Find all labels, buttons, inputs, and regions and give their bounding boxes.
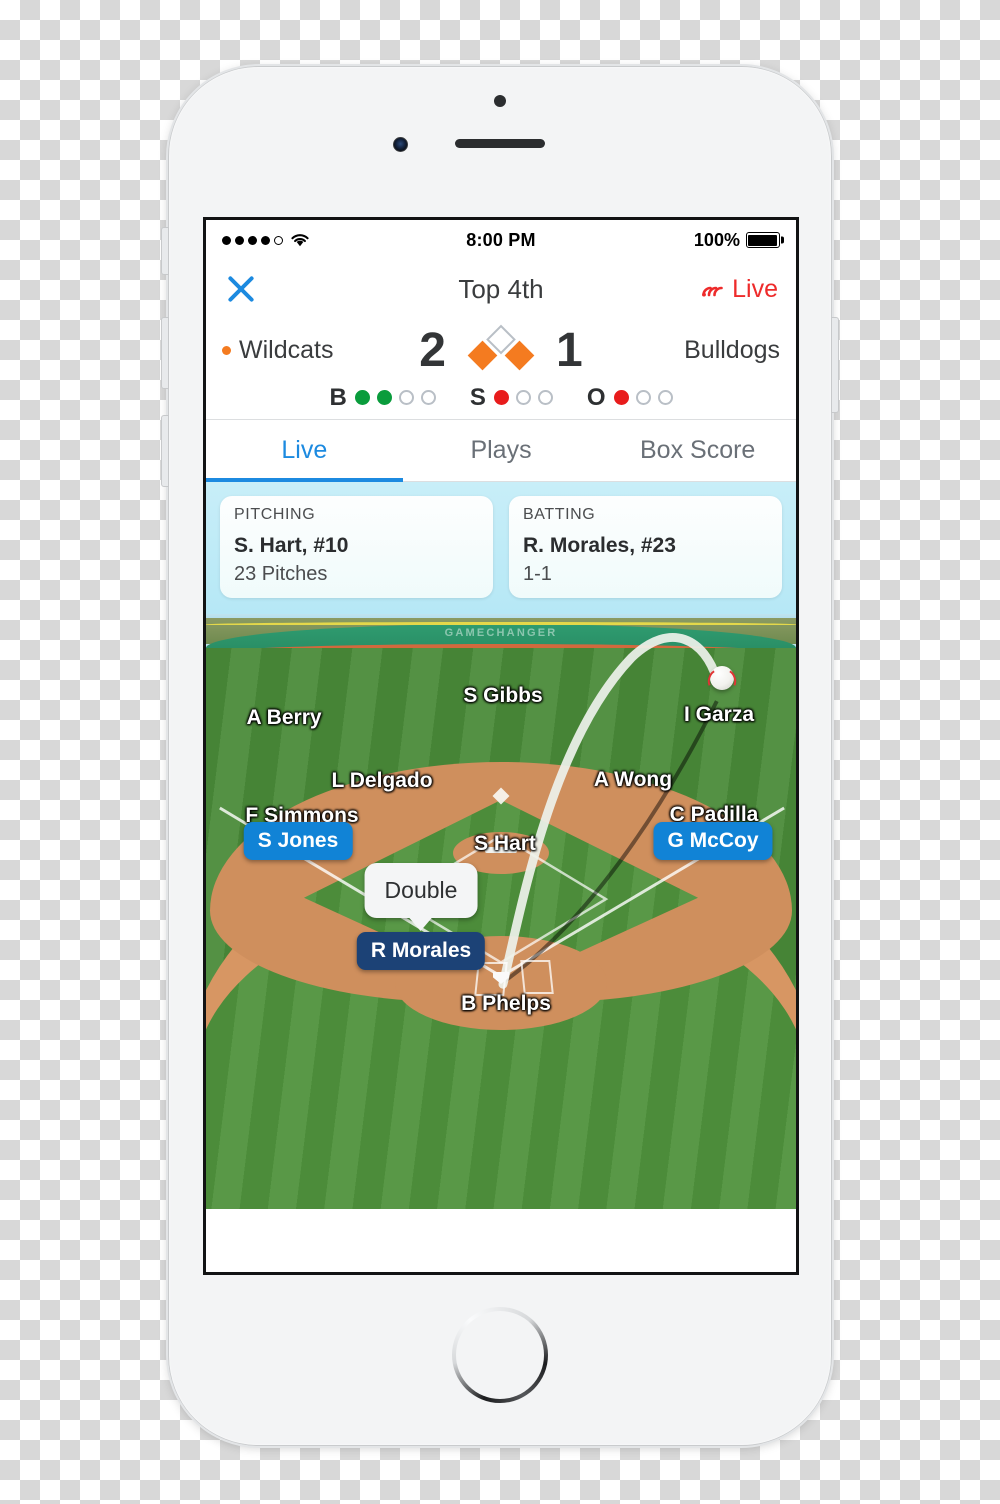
tab-box-score[interactable]: Box Score (599, 420, 796, 481)
proximity-sensor-icon (494, 95, 506, 107)
pitcher-name: S. Hart, #10 (234, 534, 349, 557)
away-team: Wildcats (222, 336, 395, 365)
outs-label: O (586, 383, 606, 411)
scoreboard: Wildcats 2 1 Bulldogs (206, 318, 796, 380)
silent-switch[interactable] (161, 227, 169, 275)
phone-device: 8:00 PM 100% Top 4th Live Wildcats 2 1 B… (161, 64, 839, 1448)
live-status-badge: Live (700, 275, 778, 304)
balls-label: B (329, 383, 347, 411)
strikes-label: S (469, 383, 486, 411)
home-team-score: 1 (556, 323, 583, 377)
field-diagram[interactable]: GAMECHANGER A Berry S Gibbs I Garza L De… (206, 614, 796, 1209)
tab-live[interactable]: Live (206, 420, 403, 482)
batter-count: 1-1 (523, 563, 552, 585)
away-team-score: 2 (419, 323, 446, 377)
possession-indicator-icon (222, 345, 231, 355)
balls-group: B (329, 383, 436, 412)
batting-card[interactable]: BATTING R. Morales, #23 1-1 (509, 496, 782, 598)
runner-badge-g-mccoy[interactable]: G McCoy (653, 822, 773, 860)
battery-full-icon (745, 232, 780, 248)
fielder-label-s-gibbs[interactable]: S Gibbs (463, 684, 542, 708)
fielder-label-l-delgado[interactable]: L Delgado (331, 769, 432, 793)
status-bar-right: 100% (596, 230, 780, 251)
wifi-icon (291, 234, 309, 247)
battery-percent-label: 100% (693, 229, 740, 250)
runner-badge-s-jones[interactable]: S Jones (243, 822, 353, 860)
play-result-callout: Double (364, 863, 478, 918)
pitching-card-label: PITCHING (234, 506, 316, 523)
fielder-label-b-phelps[interactable]: B Phelps (461, 992, 551, 1016)
status-bar-time: 8:00 PM (466, 229, 536, 250)
strikes-pips (493, 390, 553, 405)
right-batters-box (520, 960, 554, 994)
navigation-bar: Top 4th Live (206, 260, 796, 318)
batter-name: R. Morales, #23 (523, 534, 676, 557)
status-bar-left (222, 232, 406, 248)
fielder-label-i-garza[interactable]: I Garza (684, 703, 754, 727)
earpiece-speaker (455, 139, 545, 148)
home-button[interactable] (452, 1307, 548, 1403)
tab-bar: Live Plays Box Score (206, 420, 796, 482)
outs-group: O (587, 384, 673, 412)
broadcast-wave-icon (702, 286, 723, 297)
front-camera-icon (393, 137, 408, 152)
strikes-group: S (470, 384, 553, 412)
home-team-name: Bulldogs (684, 335, 781, 364)
matchup-panel: PITCHING S. Hart, #10 23 Pitches BATTING… (206, 482, 796, 614)
fielder-label-s-hart[interactable]: S Hart (474, 832, 536, 856)
power-button[interactable] (831, 317, 839, 413)
wall-sponsor-logo: GAMECHANGER (444, 627, 558, 639)
pitch-count: 23 Pitches (234, 563, 328, 585)
outs-pips (613, 390, 673, 405)
base-runners-diamond-icon (467, 324, 535, 373)
volume-down-button[interactable] (161, 415, 169, 487)
count-indicator: B S O (206, 380, 796, 420)
close-icon[interactable] (224, 272, 258, 306)
tab-plays[interactable]: Plays (403, 420, 600, 481)
volume-up-button[interactable] (161, 317, 169, 389)
balls-pips (354, 390, 436, 405)
fielder-label-a-berry[interactable]: A Berry (246, 706, 321, 730)
away-team-name: Wildcats (239, 335, 334, 364)
live-label: Live (732, 274, 778, 303)
batting-card-label: BATTING (523, 506, 596, 523)
fielder-label-a-wong[interactable]: A Wong (594, 768, 672, 792)
signal-strength-icon (222, 235, 283, 245)
runner-badge-r-morales[interactable]: R Morales (356, 932, 486, 970)
phone-screen: 8:00 PM 100% Top 4th Live Wildcats 2 1 B… (203, 217, 799, 1275)
baseball-icon (710, 666, 734, 690)
pitching-card[interactable]: PITCHING S. Hart, #10 23 Pitches (220, 496, 493, 598)
status-bar: 8:00 PM 100% (206, 220, 796, 260)
home-team: Bulldogs (607, 336, 780, 365)
